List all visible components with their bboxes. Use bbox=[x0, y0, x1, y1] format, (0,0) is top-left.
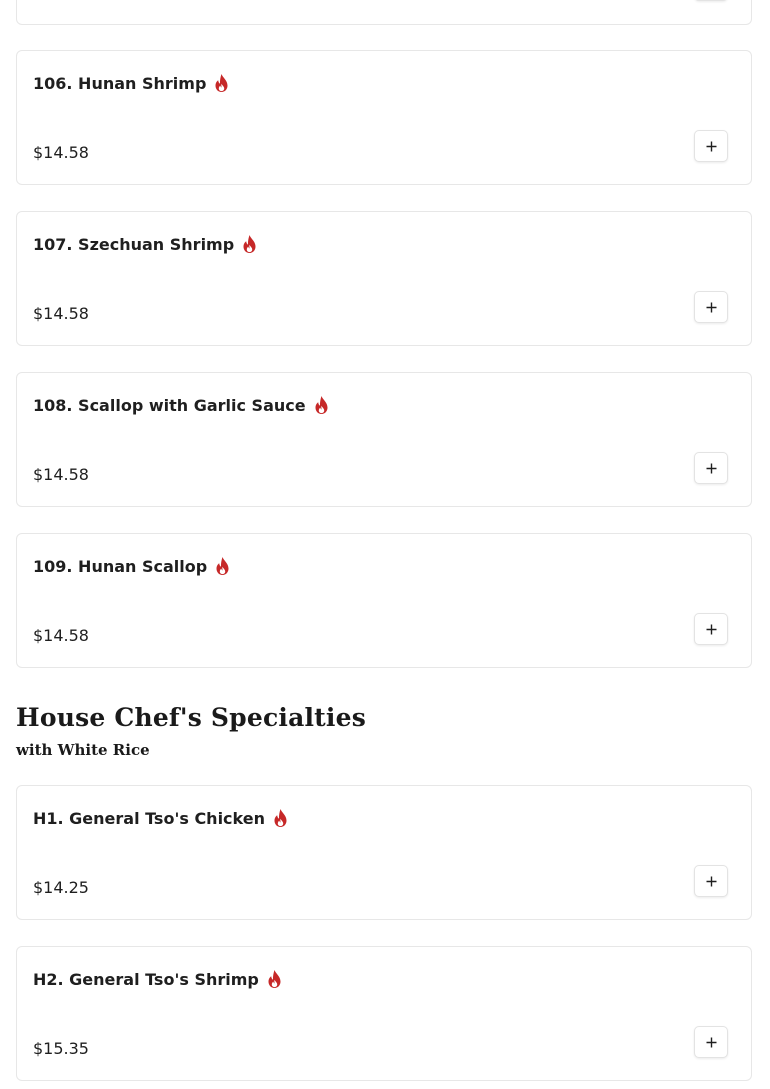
menu-item-card[interactable]: 108. Scallop with Garlic Sauce $14.58 bbox=[16, 372, 752, 507]
menu-item-card[interactable]: H2. General Tso's Shrimp $15.35 bbox=[16, 946, 752, 1081]
plus-icon bbox=[706, 302, 716, 312]
add-to-cart-button[interactable] bbox=[694, 613, 728, 645]
menu-item-title: 107. Szechuan Shrimp bbox=[33, 234, 258, 254]
menu-item-title: H2. General Tso's Shrimp bbox=[33, 969, 283, 989]
plus-icon bbox=[706, 141, 716, 151]
menu-item-name: 106. Hunan Shrimp bbox=[33, 73, 207, 93]
menu-item-card-partial[interactable] bbox=[16, 0, 752, 25]
menu-item-card[interactable]: 109. Hunan Scallop $14.58 bbox=[16, 533, 752, 668]
flame-icon bbox=[274, 809, 287, 827]
menu-item-price: $14.25 bbox=[33, 878, 89, 897]
add-to-cart-button[interactable] bbox=[694, 1026, 728, 1058]
menu-item-title: 108. Scallop with Garlic Sauce bbox=[33, 395, 330, 415]
menu-item-name: 109. Hunan Scallop bbox=[33, 556, 208, 576]
menu-item-price: $14.58 bbox=[33, 626, 89, 645]
flame-icon bbox=[243, 235, 256, 253]
plus-icon bbox=[706, 463, 716, 473]
add-to-cart-button[interactable] bbox=[694, 130, 728, 162]
flame-icon bbox=[216, 557, 229, 575]
add-to-cart-button[interactable] bbox=[694, 452, 728, 484]
menu-item-title: 106. Hunan Shrimp bbox=[33, 73, 230, 93]
plus-icon bbox=[706, 624, 716, 634]
menu-item-name: 108. Scallop with Garlic Sauce bbox=[33, 395, 306, 415]
menu-item-card[interactable]: 107. Szechuan Shrimp $14.58 bbox=[16, 211, 752, 346]
menu-item-card[interactable]: 106. Hunan Shrimp $14.58 bbox=[16, 50, 752, 185]
menu-item-price: $14.58 bbox=[33, 304, 89, 323]
add-to-cart-button[interactable] bbox=[694, 0, 728, 1]
plus-icon bbox=[706, 876, 716, 886]
menu-item-title: 109. Hunan Scallop bbox=[33, 556, 231, 576]
menu-item-price: $14.58 bbox=[33, 465, 89, 484]
menu-item-name: 107. Szechuan Shrimp bbox=[33, 234, 235, 254]
add-to-cart-button[interactable] bbox=[694, 865, 728, 897]
menu-item-name: H1. General Tso's Chicken bbox=[33, 808, 265, 828]
menu-item-card[interactable]: H1. General Tso's Chicken $14.25 bbox=[16, 785, 752, 920]
section-title: House Chef's Specialties bbox=[16, 703, 367, 732]
flame-icon bbox=[268, 970, 281, 988]
menu-item-price: $14.58 bbox=[33, 143, 89, 162]
section-subtitle: with White Rice bbox=[16, 741, 150, 759]
plus-icon bbox=[706, 1037, 716, 1047]
add-to-cart-button[interactable] bbox=[694, 291, 728, 323]
flame-icon bbox=[215, 74, 228, 92]
flame-icon bbox=[315, 396, 328, 414]
menu-item-name: H2. General Tso's Shrimp bbox=[33, 969, 259, 989]
menu-page: 106. Hunan Shrimp $14.58 107. Szechuan S… bbox=[0, 0, 770, 1089]
menu-item-price: $15.35 bbox=[33, 1039, 89, 1058]
menu-item-title: H1. General Tso's Chicken bbox=[33, 808, 289, 828]
